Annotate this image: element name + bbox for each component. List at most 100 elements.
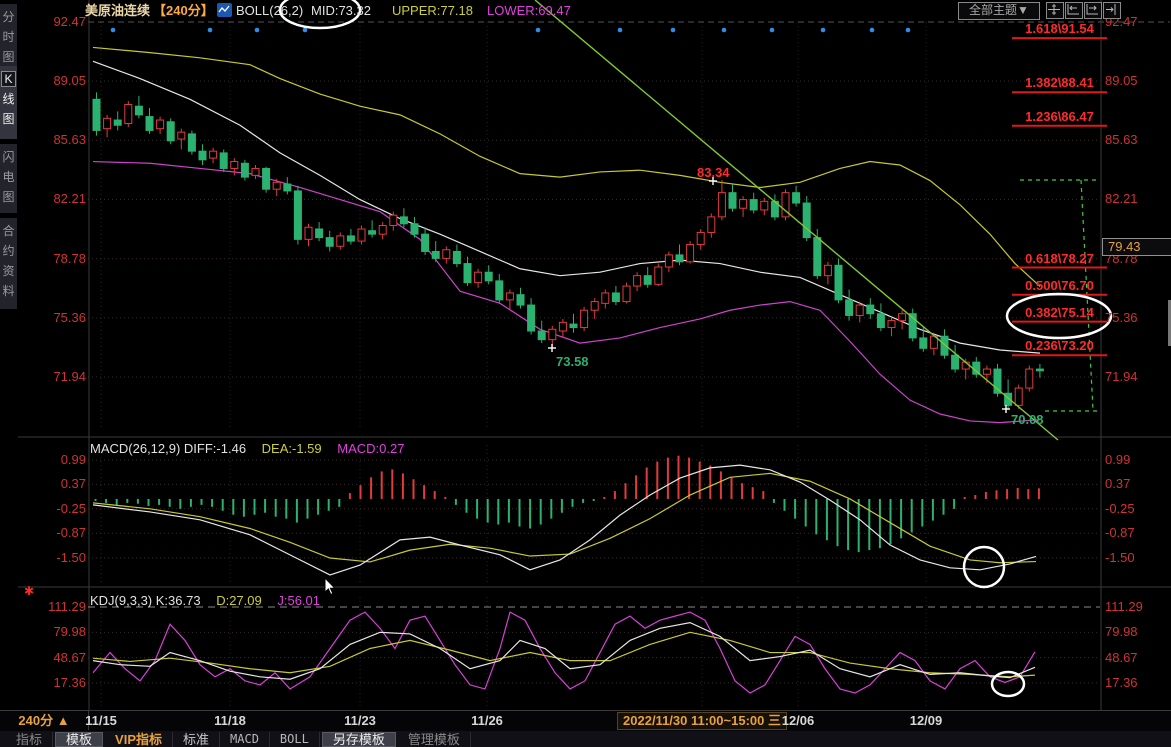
toolbar-item-vip-indicator[interactable]: VIP指标 <box>105 732 173 747</box>
kdj-k-line <box>93 623 1035 680</box>
price-axis-left-label: 92.47 <box>28 15 86 29</box>
candle-body <box>644 276 651 285</box>
macd-axis-right-label: 0.99 <box>1105 453 1167 467</box>
candle-body <box>1036 369 1043 371</box>
kdj-j-value: J:56.01 <box>277 593 320 608</box>
sidebar-item-contract-info[interactable]: 合约资料 <box>0 218 17 309</box>
price-axis-right-label: 82.21 <box>1105 192 1167 206</box>
toolbar-item-standard[interactable]: 标准 <box>173 732 220 747</box>
candle-body <box>750 200 757 210</box>
signal-dot <box>722 28 727 33</box>
boll-upper-value: UPPER:77.18 <box>392 3 473 19</box>
fib-level-label: 1.382\88.41 <box>1012 76 1107 90</box>
candle-body <box>453 251 460 263</box>
candle-body <box>294 191 301 239</box>
toolbar-item-boll[interactable]: BOLL <box>270 732 320 747</box>
mouse-cursor <box>325 578 335 595</box>
price-axis-left-label: 82.21 <box>28 192 86 206</box>
candle-body <box>570 324 577 327</box>
macd-axis-right-label: -0.87 <box>1105 526 1167 540</box>
price-axis-left-label: 85.63 <box>28 133 86 147</box>
timeline-tick: 11/23 <box>344 711 376 730</box>
timeframe-selector[interactable]: 240分 ▲ <box>0 711 89 730</box>
candle-body <box>135 106 142 115</box>
candle-body <box>443 250 450 259</box>
price-box: 79.43 <box>1102 238 1171 256</box>
timeline: 240分 ▲ 11/1511/1811/2311/262022/11/30 11… <box>0 710 1171 732</box>
candle-body <box>803 203 810 238</box>
swing-price-label: 70.08 <box>1011 413 1044 427</box>
annotation-ellipse <box>992 672 1024 696</box>
signal-dot <box>618 28 623 33</box>
candle-body <box>708 217 715 233</box>
crosshair-tool-button[interactable] <box>1046 2 1064 19</box>
dea-line <box>93 473 1036 562</box>
signal-dot <box>536 28 541 33</box>
candle-body <box>125 104 132 123</box>
timeline-tick: 11/18 <box>214 711 246 730</box>
candle-body <box>676 255 683 262</box>
alert-burst-icon[interactable]: ✱ <box>22 584 36 598</box>
chevron-up-icon: ▲ <box>57 713 70 728</box>
price-axis-left-label: 78.78 <box>28 252 86 266</box>
candle-body <box>814 238 821 276</box>
signal-dot <box>208 28 213 33</box>
sidebar-item-label: 合约资料 <box>2 224 14 298</box>
macd-axis-right-label: -1.50 <box>1105 551 1167 565</box>
signal-dot <box>111 28 116 33</box>
crosshair-date-label: 2022/11/30 11:00~15:00 三 <box>617 712 787 730</box>
kdj-k-value: KDJ(9,3,3) K:36.73 <box>90 593 201 608</box>
toolbar-item-macd[interactable]: MACD <box>220 732 270 747</box>
toolbar-item-manage-template[interactable]: 管理模板 <box>398 732 471 747</box>
chart-type-icon <box>217 3 232 17</box>
candle-body <box>379 226 386 235</box>
candle-body <box>612 293 619 302</box>
candle-body <box>517 295 524 305</box>
signal-dot <box>821 28 826 33</box>
zoom-in-button[interactable] <box>1084 2 1102 19</box>
pop-out-button[interactable] <box>1103 2 1121 19</box>
theme-dropdown-button[interactable]: 全部主题▼ <box>958 2 1040 20</box>
boll-indicator-label: BOLL(26,2) <box>236 3 303 19</box>
candle-body <box>899 314 906 321</box>
swing-price-label: 73.58 <box>556 355 589 369</box>
candle-body <box>284 184 291 191</box>
candle-body <box>559 322 566 331</box>
candle-body <box>347 236 354 241</box>
candle-body <box>867 305 874 314</box>
sidebar-item-kline-chart[interactable]: K线图 <box>0 66 17 139</box>
sidebar-item-time-chart[interactable]: 分时图 <box>0 4 17 67</box>
candle-body <box>835 265 842 300</box>
macd-panel-header: MACD(26,12,9) DIFF:-1.46 DEA:-1.59 MACD:… <box>90 441 404 456</box>
macd-axis-right-label: -0.25 <box>1105 502 1167 516</box>
timeline-tick: 12/06 <box>782 711 815 730</box>
price-axis-right-label: 71.94 <box>1105 370 1167 384</box>
macd-bar-value: MACD:0.27 <box>337 441 404 456</box>
kdj-d-line <box>93 632 1035 677</box>
boll-lower-value: LOWER:69.47 <box>487 3 571 19</box>
timeframe-label: 240分 <box>18 713 53 728</box>
candle-body <box>146 117 153 131</box>
toolbar-item-template[interactable]: 模板 <box>55 732 103 747</box>
candle-body <box>697 232 704 244</box>
candle-body <box>549 329 556 339</box>
candle-body <box>538 331 545 340</box>
candle-body <box>337 236 344 246</box>
price-axis-right-label: 85.63 <box>1105 133 1167 147</box>
toolbar-item-save-template[interactable]: 另存模板 <box>322 732 396 747</box>
candle-body <box>485 272 492 281</box>
candle-body <box>305 227 312 239</box>
candle-body <box>390 215 397 225</box>
price-axis-left-label: 89.05 <box>28 74 86 88</box>
kdj-axis-right-label: 17.36 <box>1105 676 1167 690</box>
toolbar-item-indicator[interactable]: 指标 <box>6 732 53 747</box>
candle-body <box>824 265 831 275</box>
trend-line <box>535 0 1058 440</box>
sidebar-item-flash-chart[interactable]: 闪电图 <box>0 144 17 213</box>
candle-body <box>475 272 482 282</box>
boll-mid-value: MID:73.32 <box>311 3 371 19</box>
zoom-out-button[interactable] <box>1065 2 1083 19</box>
candle-body <box>856 305 863 315</box>
kdj-axis-left-label: 48.67 <box>28 651 86 665</box>
signal-dot <box>671 28 676 33</box>
